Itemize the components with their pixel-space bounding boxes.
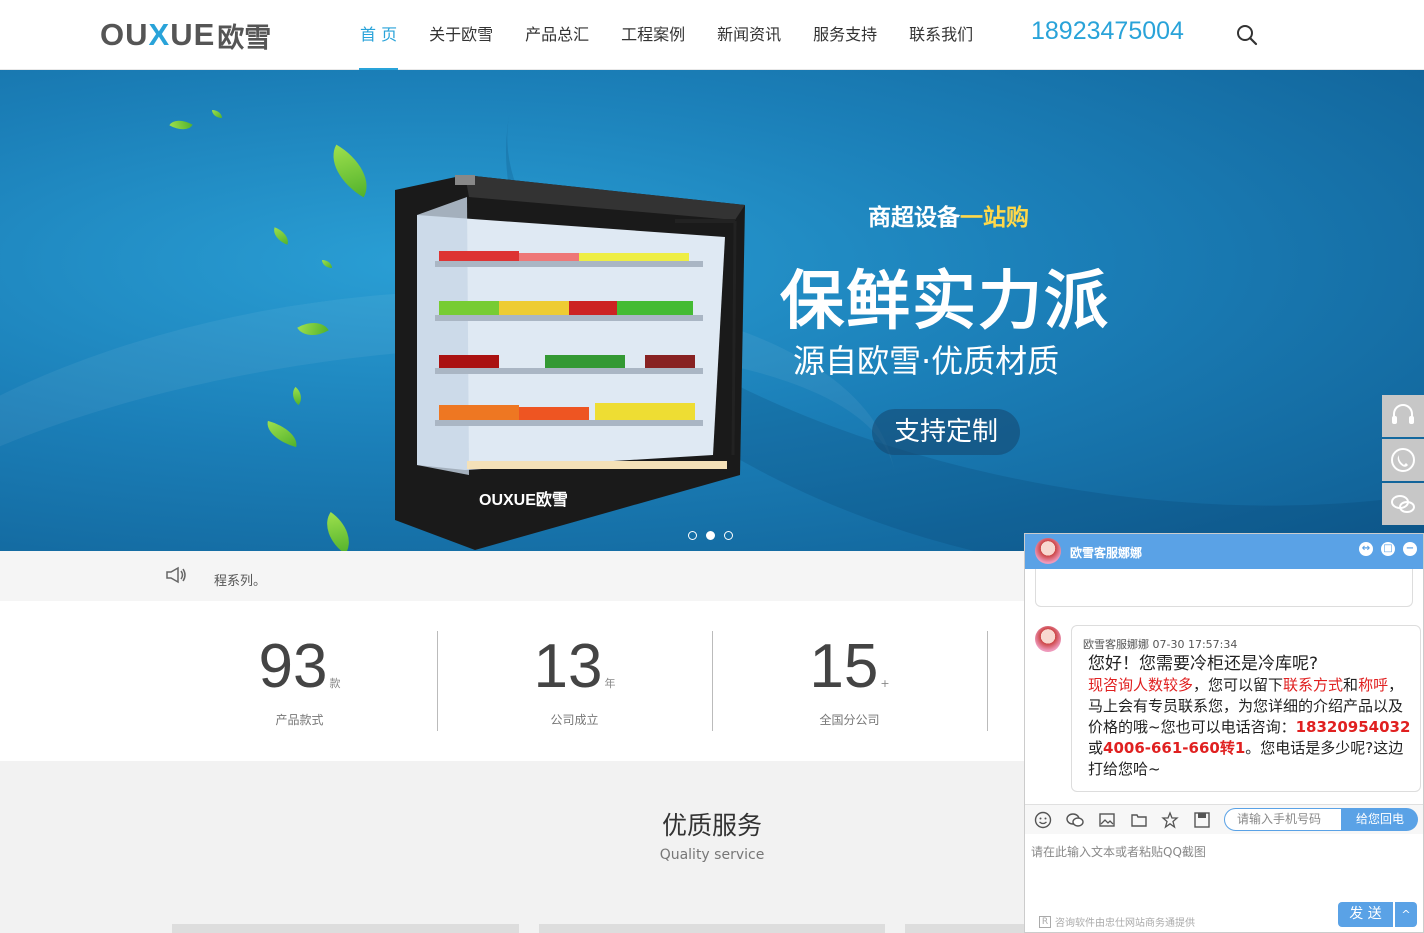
service-card[interactable] bbox=[172, 924, 519, 933]
message-time: 07-30 17:57:34 bbox=[1152, 638, 1238, 651]
main-nav: 首 页 关于欧雪 产品总汇 工程案例 新闻资讯 服务支持 联系我们 bbox=[344, 0, 989, 70]
emoji-icon[interactable] bbox=[1034, 811, 1052, 829]
send-options-button[interactable]: ^ bbox=[1395, 902, 1417, 927]
banner-subtitle: 商超设备一站购 bbox=[868, 205, 1029, 231]
banner-tagline: 源自欧雪·优质材质 bbox=[793, 342, 1060, 380]
message-question: 您好！您需要冷柜还是冷库呢? bbox=[1088, 654, 1319, 674]
chat-previous-message bbox=[1035, 569, 1413, 607]
message-phone: 18320954032 bbox=[1295, 718, 1411, 736]
message-meta: 欧雪客服娜娜 07-30 17:57:34 bbox=[1083, 636, 1237, 652]
service-card[interactable] bbox=[905, 924, 1025, 933]
message-text: 或 bbox=[1088, 739, 1104, 757]
message-phone: 4006-661-660转1 bbox=[1103, 739, 1246, 757]
customize-button[interactable]: 支持定制 bbox=[872, 409, 1020, 455]
carousel-dot[interactable] bbox=[688, 531, 697, 540]
stat-label: 公司成立 bbox=[550, 713, 599, 727]
site-header: OUXUE 欧雪 首 页 关于欧雪 产品总汇 工程案例 新闻资讯 服务支持 联系… bbox=[0, 0, 1424, 70]
message-highlight: 称呼 bbox=[1358, 676, 1389, 694]
phone-icon[interactable] bbox=[1382, 439, 1424, 481]
nav-item-products[interactable]: 产品总汇 bbox=[509, 0, 605, 70]
notice-text[interactable]: 程系列。 bbox=[214, 570, 266, 589]
megaphone-icon bbox=[166, 566, 186, 584]
stat-unit: + bbox=[880, 677, 890, 690]
leaf-decoration bbox=[169, 114, 193, 136]
site-logo[interactable]: OUXUE 欧雪 bbox=[100, 17, 272, 54]
stat-number: 93 bbox=[258, 632, 328, 701]
nav-item-about[interactable]: 关于欧雪 bbox=[413, 0, 509, 70]
chat-footer-text: 咨询软件由忠仕网站商务通提供 bbox=[1055, 918, 1195, 929]
message-highlight: 现咨询人数较多 bbox=[1088, 676, 1194, 694]
header-phone-number: 18923475004 bbox=[1031, 17, 1184, 45]
nav-item-news[interactable]: 新闻资讯 bbox=[701, 0, 797, 70]
chat-widget: 欧雪客服娜娜 ↔ □ − 欧雪客服娜娜 07-30 17:57:34 您好！您需… bbox=[1024, 533, 1424, 933]
stat-label: 全国分公司 bbox=[819, 713, 880, 727]
logo-wordmark: OUXUE bbox=[100, 17, 216, 52]
message-body: 您好！您需要冷柜还是冷库呢? 现咨询人数较多，您可以留下联系方式和称呼，马上会有… bbox=[1088, 654, 1414, 780]
stat-years: 13 年 公司成立 bbox=[437, 631, 712, 731]
logo-chinese-name: 欧雪 bbox=[217, 22, 272, 54]
stat-label: 产品款式 bbox=[275, 713, 324, 727]
image-icon[interactable] bbox=[1098, 811, 1116, 829]
message-sender: 欧雪客服娜娜 bbox=[1083, 638, 1149, 651]
message-text: ，您可以留下 bbox=[1193, 676, 1284, 694]
stat-unit: 年 bbox=[604, 677, 616, 690]
nav-item-support[interactable]: 服务支持 bbox=[797, 0, 893, 70]
chat-toolbar: 请输入手机号码 给您回电 bbox=[1025, 804, 1423, 834]
stat-number: 13 bbox=[533, 632, 603, 701]
stat-number: 15 bbox=[809, 632, 879, 701]
star-icon[interactable] bbox=[1161, 811, 1179, 829]
agent-avatar bbox=[1035, 538, 1061, 564]
banner-title: 保鲜实力派 bbox=[780, 265, 1110, 339]
leaf-decoration bbox=[270, 227, 292, 245]
floating-contact-bar bbox=[1382, 395, 1424, 527]
chat-minimize-icon[interactable]: − bbox=[1403, 542, 1417, 556]
leaf-decoration bbox=[212, 110, 222, 118]
message-text: 和 bbox=[1343, 676, 1359, 694]
send-button[interactable]: 发 送 bbox=[1338, 902, 1393, 927]
chat-header[interactable]: 欧雪客服娜娜 ↔ □ − bbox=[1025, 534, 1423, 569]
wechat-icon[interactable] bbox=[1066, 811, 1084, 829]
chat-maximize-icon[interactable]: □ bbox=[1381, 542, 1395, 556]
chat-footer: R 咨询软件由忠仕网站商务通提供 bbox=[1039, 914, 1195, 929]
stat-branches: 15 + 全国分公司 bbox=[712, 631, 987, 731]
carousel-dot-active[interactable] bbox=[706, 531, 715, 540]
fridge-brand-label: OUXUE欧雪 bbox=[479, 490, 568, 509]
fridge-product-image: OUXUE欧雪 bbox=[395, 175, 745, 550]
nav-item-cases[interactable]: 工程案例 bbox=[605, 0, 701, 70]
leaf-decoration bbox=[322, 260, 332, 268]
search-icon[interactable] bbox=[1235, 23, 1259, 47]
carousel-dot[interactable] bbox=[724, 531, 733, 540]
chat-message-input[interactable]: 请在此输入文本或者粘贴QQ截图 bbox=[1031, 843, 1206, 860]
stat-divider bbox=[987, 631, 988, 731]
service-card[interactable] bbox=[539, 924, 885, 933]
chat-message-bubble: 欧雪客服娜娜 07-30 17:57:34 您好！您需要冷柜还是冷库呢? 现咨询… bbox=[1071, 625, 1421, 792]
callback-phone-input[interactable]: 请输入手机号码 bbox=[1224, 808, 1342, 831]
leaf-decoration bbox=[320, 144, 380, 198]
carousel-dots bbox=[688, 531, 733, 540]
message-highlight: 联系方式 bbox=[1283, 676, 1344, 694]
chat-resize-icon[interactable]: ↔ bbox=[1359, 542, 1373, 556]
wechat-icon[interactable] bbox=[1382, 483, 1424, 525]
folder-icon[interactable] bbox=[1130, 811, 1148, 829]
agent-name: 欧雪客服娜娜 bbox=[1070, 546, 1143, 560]
nav-item-contact[interactable]: 联系我们 bbox=[893, 0, 989, 70]
hero-banner[interactable]: OUXUE欧雪 商超设备一站购 保鲜实力派 源自欧雪·优质材质 支持定制 bbox=[0, 70, 1424, 551]
nav-item-home[interactable]: 首 页 bbox=[344, 0, 413, 70]
registered-icon: R bbox=[1039, 915, 1051, 928]
customer-service-icon[interactable] bbox=[1382, 395, 1424, 437]
stat-unit: 款 bbox=[329, 677, 341, 690]
message-avatar bbox=[1035, 626, 1061, 652]
callback-button[interactable]: 给您回电 bbox=[1342, 808, 1418, 831]
stat-products: 93 款 产品款式 bbox=[162, 631, 437, 731]
save-icon[interactable] bbox=[1193, 811, 1211, 829]
